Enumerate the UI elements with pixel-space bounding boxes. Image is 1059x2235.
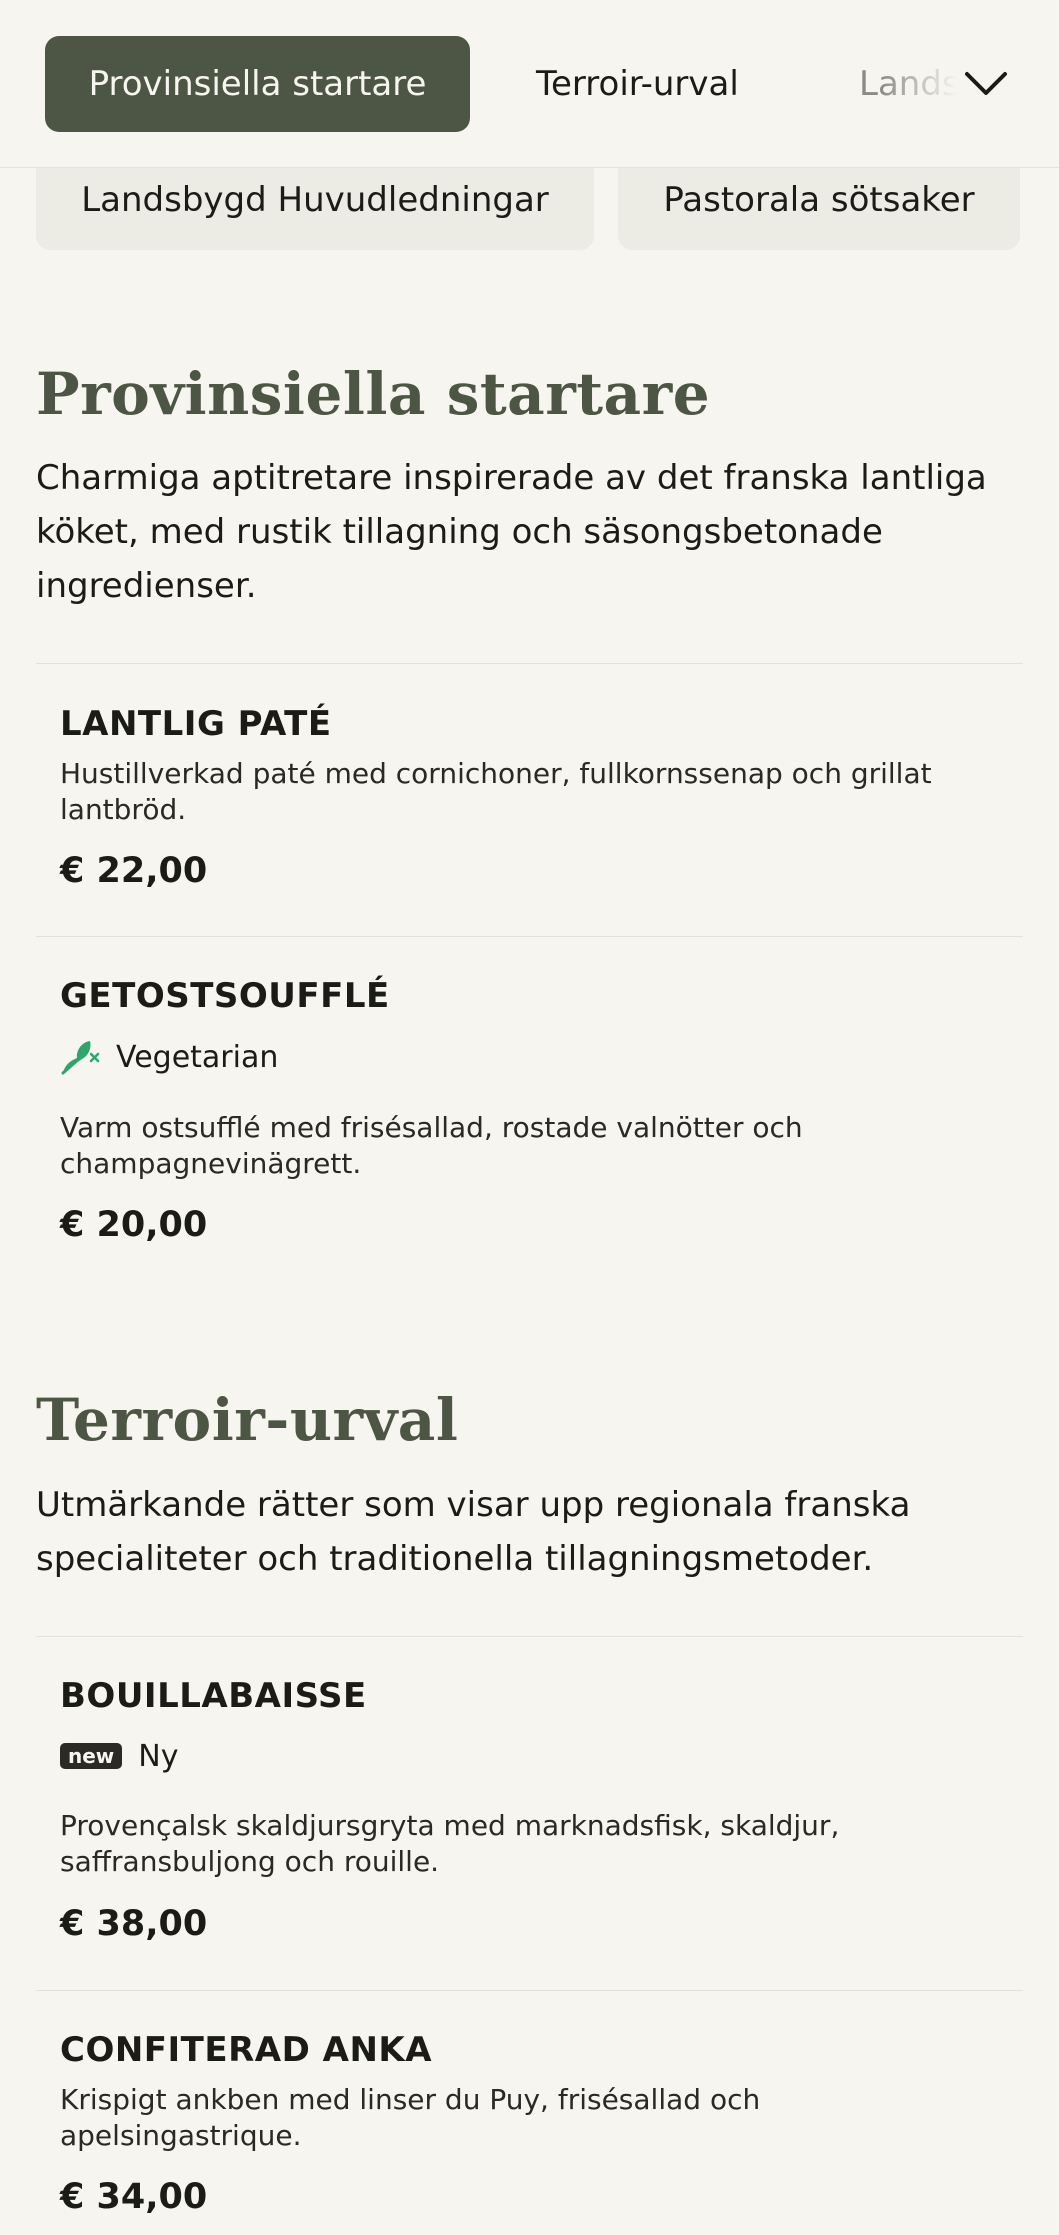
leaf-icon [60,1038,102,1076]
menu-item-price: € 22,00 [60,851,208,891]
menu-item-price: € 38,00 [60,1904,208,1944]
dietary-tag: Vegetarian [60,1037,278,1077]
category-tab-bar: Provinsiella startare Terroir-urval Land… [0,0,1059,168]
menu-item-name: GETOSTSOUFFLÉ [60,976,390,1016]
menu-item-description: Varm ostsufflé med frisésallad, rostade … [60,1111,803,1180]
menu-page: Provinsiella startare Terroir-urval Land… [0,0,1059,2235]
new-tag-label: Ny [138,1738,179,1774]
menu-item-description: Krispigt ankben med linser du Puy, frisé… [60,2083,761,2152]
tab-provinsiella-startare[interactable]: Provinsiella startare [45,36,470,132]
chevron-down-icon[interactable] [960,58,1012,110]
menu-item-description: Provençalsk skaldjursgryta med marknadsf… [60,1809,840,1878]
divider [36,1990,1023,1991]
menu-item-name: BOUILLABAISSE [60,1676,367,1716]
tab-overflow-fade [880,36,970,132]
section-title: Terroir-urval [36,1386,459,1454]
menu-item-price: € 20,00 [60,1205,208,1245]
menu-item-name: CONFITERAD ANKA [60,2030,433,2070]
new-tag: new Ny [60,1736,178,1776]
dietary-tag-label: Vegetarian [116,1039,279,1075]
menu-item-name: LANTLIG PATÉ [60,704,332,744]
tab-terroir-urval[interactable]: Terroir-urval [536,36,739,132]
menu-item-price: € 34,00 [60,2177,208,2217]
divider [36,1636,1023,1637]
section-description: Charmiga aptitretare inspirerade av det … [36,458,987,606]
divider [36,663,1023,664]
section-description: Utmärkande rätter som visar upp regional… [36,1485,911,1579]
new-badge: new [60,1743,123,1769]
divider [36,936,1023,937]
menu-item-description: Hustillverkad paté med cornichoner, full… [60,757,932,826]
section-title: Provinsiella startare [36,360,711,428]
